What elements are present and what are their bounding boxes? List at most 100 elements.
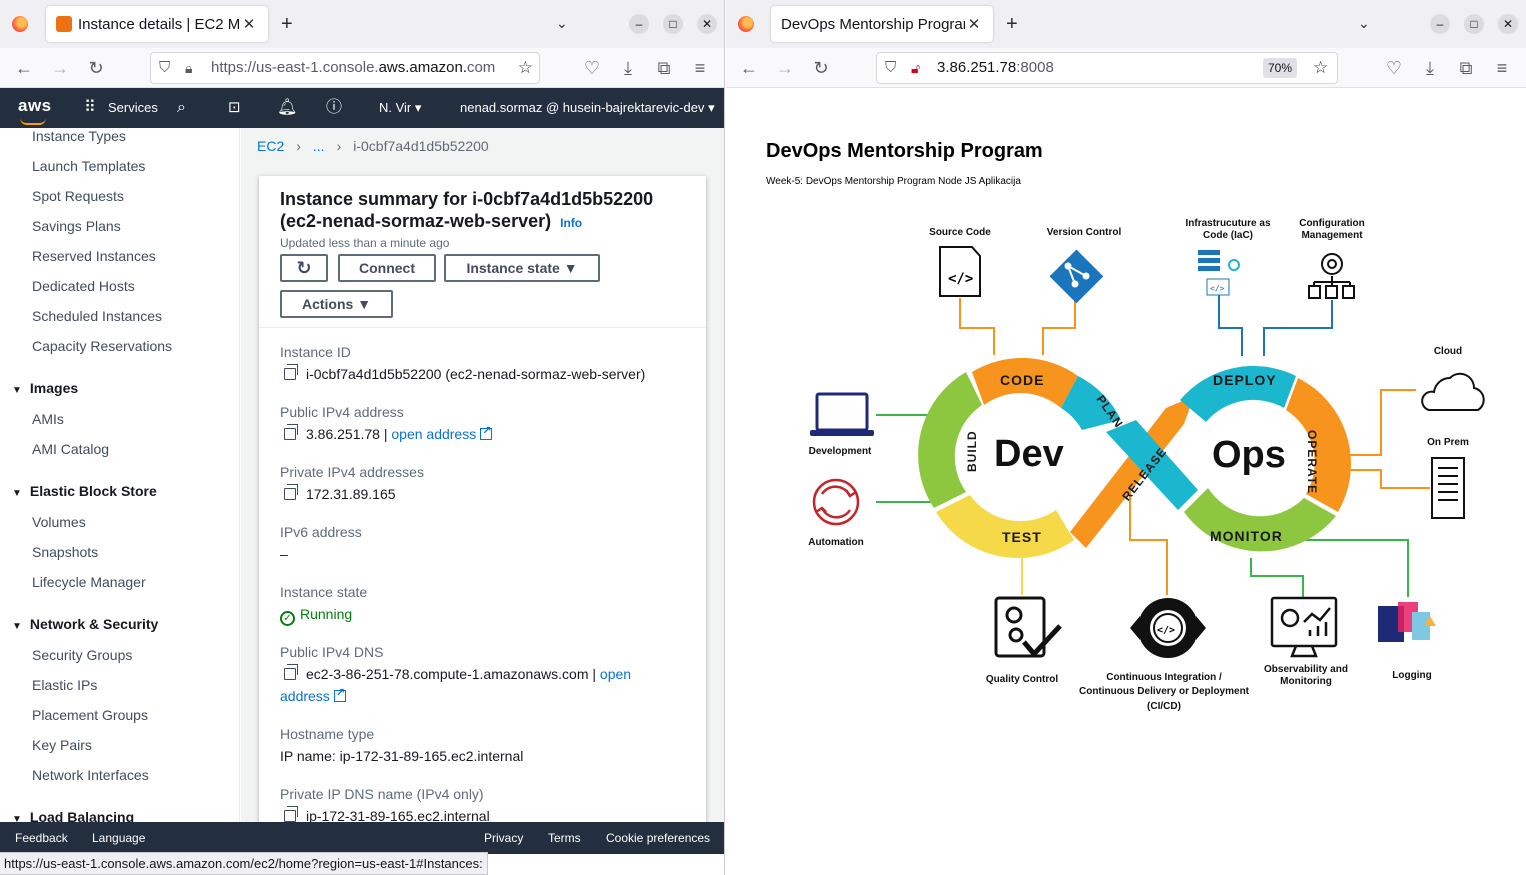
external-link-icon[interactable] [333, 686, 346, 702]
label-config-line2: Management [1301, 230, 1363, 241]
services-menu[interactable]: Services [108, 88, 158, 128]
shield-icon[interactable]: ⛉ [159, 53, 170, 83]
dns-open-link[interactable]: open [600, 666, 631, 682]
actions-button[interactable]: Actions ▼ [280, 290, 393, 318]
caret-down-icon: ▼ [563, 260, 578, 276]
account-menu[interactable]: nenad.sormaz @ husein-bajrektarevic-dev … [460, 88, 715, 128]
sidebar-item-placement-groups[interactable]: Placement Groups [32, 707, 148, 723]
privacy-link[interactable]: Privacy [484, 831, 523, 845]
aws-logo[interactable]: aws [18, 96, 52, 125]
pocket-icon[interactable]: ♡ [580, 56, 604, 80]
aws-body: Instance Types Launch Templates Spot Req… [0, 128, 724, 822]
sidebar-item-savings-plans[interactable]: Savings Plans [32, 218, 121, 234]
region-label: N. Vir [379, 100, 412, 115]
instance-summary-card: Instance summary for i-0cbf7a4d1d5b52200… [259, 176, 706, 822]
instance-state-button[interactable]: Instance state ▼ [444, 254, 600, 282]
language-link[interactable]: Language [92, 831, 145, 845]
breadcrumb-ellipsis[interactable]: ... [313, 138, 325, 154]
sidebar-item-network-interfaces[interactable]: Network Interfaces [32, 767, 149, 783]
feedback-link[interactable]: Feedback [15, 831, 68, 845]
label-ci-line2: Continuous Delivery or Deployment [1079, 686, 1250, 697]
caret-down-icon: ▼ [12, 385, 22, 396]
instance-id-label: Instance ID [280, 344, 351, 360]
downloads-icon[interactable]: ⤓ [616, 56, 640, 80]
back-icon[interactable]: ← [12, 56, 36, 80]
sidebar-item-ami-catalog[interactable]: AMI Catalog [32, 441, 109, 457]
label-ci-line1: Continuous Integration / [1106, 672, 1222, 683]
public-dns-label: Public IPv4 DNS [280, 644, 384, 660]
sidebar-section-network[interactable]: ▼ Network & Security [12, 616, 158, 632]
open-address-link[interactable]: open address [391, 426, 476, 442]
copy-icon[interactable] [284, 806, 298, 822]
sidebar-item-spot-requests[interactable]: Spot Requests [32, 188, 124, 204]
svg-text:</>: </> [948, 271, 973, 287]
new-tab-button[interactable]: + [281, 14, 293, 34]
lock-icon[interactable]: 🔒︎ [185, 53, 192, 83]
info-link[interactable]: Info [560, 216, 582, 230]
menu-icon[interactable]: ≡ [688, 56, 712, 80]
aws-favicon-icon [56, 16, 72, 32]
search-icon[interactable]: ⌕ [177, 88, 186, 128]
title-text: Instance summary for i-0cbf7a4d1d5b52200… [280, 189, 654, 231]
minimize-button[interactable]: – [629, 14, 649, 34]
copy-icon[interactable] [284, 484, 298, 500]
sidebar-item-volumes[interactable]: Volumes [32, 514, 86, 530]
copy-icon[interactable] [284, 364, 298, 380]
sidebar-item-amis[interactable]: AMIs [32, 411, 64, 427]
status-bar-url: https://us-east-1.console.aws.amazon.com… [0, 852, 488, 875]
reload-icon[interactable]: ↻ [84, 56, 108, 80]
sidebar-item-instance-types[interactable]: Instance Types [32, 128, 126, 144]
label-automation: Automation [808, 537, 864, 548]
sidebar-item-snapshots[interactable]: Snapshots [32, 544, 98, 560]
cookie-preferences-link[interactable]: Cookie preferences [606, 831, 710, 845]
firefox-icon[interactable] [12, 16, 28, 32]
iac-icon: </> [1198, 250, 1240, 296]
breadcrumb-ec2[interactable]: EC2 [257, 138, 284, 154]
breadcrumb-separator-icon: › [336, 138, 342, 154]
tab-list-chevron-icon[interactable]: ⌄ [556, 13, 568, 33]
sidebar-item-capacity-reservations[interactable]: Capacity Reservations [32, 338, 172, 354]
refresh-button[interactable]: ↻ [280, 254, 328, 282]
label-cloud: Cloud [1434, 346, 1462, 357]
sidebar-section-images[interactable]: ▼ Images [12, 380, 78, 396]
private-dns-label: Private IP DNS name (IPv4 only) [280, 786, 484, 802]
phase-deploy: DEPLOY [1213, 372, 1277, 388]
copy-icon[interactable] [284, 664, 298, 680]
notifications-bell-icon[interactable]: 🔔︎ [277, 88, 297, 128]
region-selector[interactable]: N. Vir ▾ [379, 88, 421, 128]
services-grid-icon[interactable]: ⠿ [84, 88, 96, 128]
copy-icon[interactable] [284, 424, 298, 440]
sidebar-item-elastic-ips[interactable]: Elastic IPs [32, 677, 97, 693]
sidebar-item-scheduled-instances[interactable]: Scheduled Instances [32, 308, 162, 324]
extensions-icon[interactable]: ⧉ [652, 56, 676, 80]
value-text: ec2-3-86-251-78.compute-1.amazonaws.com … [306, 666, 597, 682]
svg-text:</>: </> [1210, 284, 1225, 293]
tab-close-icon[interactable]: ✕ [240, 15, 258, 33]
terms-link[interactable]: Terms [548, 831, 581, 845]
tab-instance-details[interactable]: Instance details | EC2 Ma ✕ [46, 6, 268, 42]
label-config-line1: Configuration [1299, 218, 1365, 229]
external-link-icon[interactable] [480, 424, 493, 440]
cloudshell-icon[interactable]: ⊡ [228, 88, 241, 128]
sidebar-item-lifecycle-manager[interactable]: Lifecycle Manager [32, 574, 146, 590]
sidebar-item-launch-templates[interactable]: Launch Templates [32, 158, 145, 174]
maximize-button[interactable]: □ [663, 14, 683, 34]
sidebar-section-ebs[interactable]: ▼ Elastic Block Store [12, 483, 157, 499]
sidebar-item-dedicated-hosts[interactable]: Dedicated Hosts [32, 278, 135, 294]
close-window-button[interactable]: ✕ [697, 14, 717, 34]
connect-button[interactable]: Connect [338, 254, 436, 282]
help-icon[interactable]: ⓘ [326, 88, 342, 128]
bookmark-star-icon[interactable]: ☆ [513, 53, 533, 83]
sidebar-item-reserved-instances[interactable]: Reserved Instances [32, 248, 156, 264]
dns-open-address-link[interactable]: address [280, 688, 330, 704]
sidebar-section-load-balancing[interactable]: ▼ Load Balancing [12, 809, 134, 822]
sidebar-item-security-groups[interactable]: Security Groups [32, 647, 132, 663]
cloud-icon [1421, 372, 1485, 411]
forward-icon[interactable]: → [48, 56, 72, 80]
public-ipv4-value: 3.86.251.78 | open address [280, 424, 493, 442]
url-bar[interactable]: ⛉ 🔒︎ https://us-east-1.console.aws.amazo… [150, 52, 540, 84]
sidebar-item-key-pairs[interactable]: Key Pairs [32, 737, 92, 753]
caret-down-icon: ▼ [12, 488, 22, 499]
public-ipv4-label: Public IPv4 address [280, 404, 404, 420]
caret-down-icon: ▾ [414, 100, 422, 115]
